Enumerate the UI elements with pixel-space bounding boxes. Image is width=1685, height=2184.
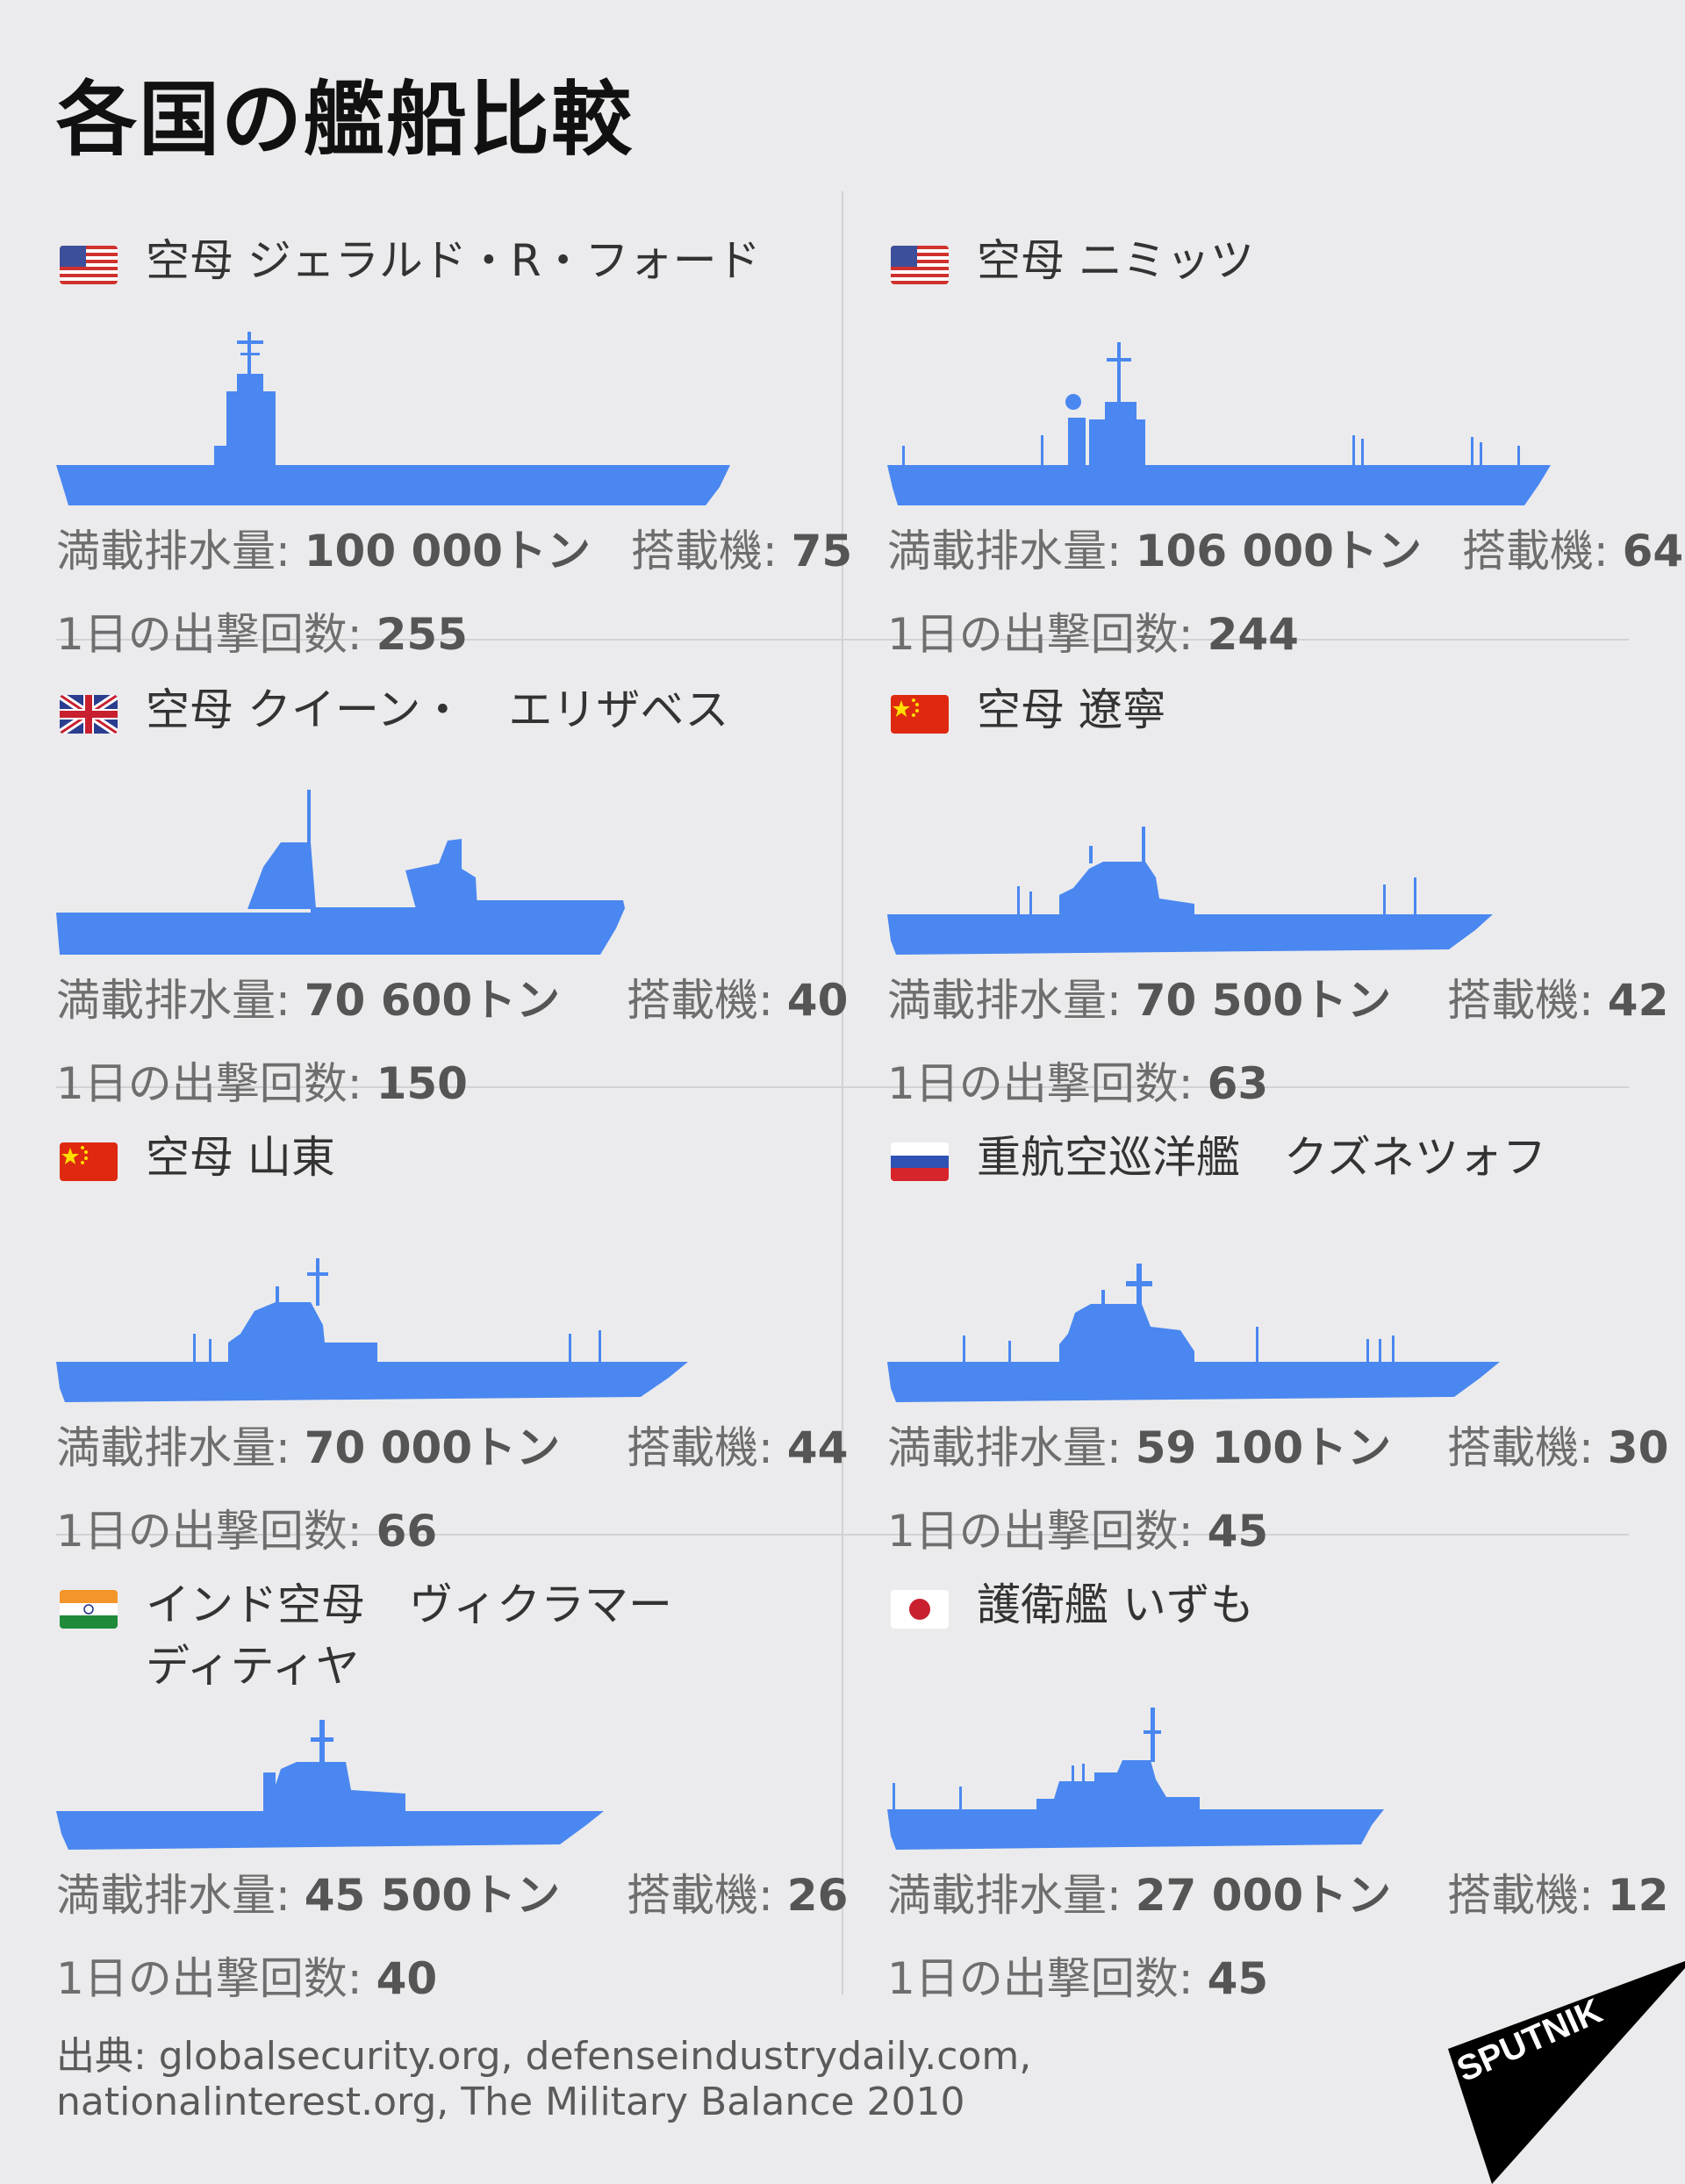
liaoning-silhouette [887,827,1493,955]
kuznetsov-silhouette [887,1264,1500,1402]
ship-card-queen-elizabeth: 空母 クイーン・ エリザベス 満載排水量: 70 600トン 搭載機: 40 1… [56,641,848,1109]
aircraft-label: 搭載機: [1461,526,1609,576]
ship-name: 重航空巡洋艦 クズネツォフ [977,1132,1546,1183]
displacement-value: 59 100トン [1135,1422,1392,1473]
ship-card-izumo: 護衛艦 いずも 満載排水量: 27 000トン 搭載機: 12 1日の出撃回数:… [887,1536,1668,2004]
stats-line-1: 満載排水量: 27 000トン 搭載機: 12 [887,1860,1668,1923]
aircraft-value: 26 [786,1870,849,1921]
aircraft-label: 搭載機: [630,526,778,576]
aircraft-value: 42 [1607,975,1669,1026]
column-divider [842,191,843,1994]
nimitz-silhouette [887,342,1551,505]
aircraft-label: 搭載機: [627,1870,773,1921]
japan-flag-icon [891,1590,949,1629]
uk-flag-icon [60,695,118,734]
shandong-silhouette [56,1258,688,1402]
us-flag-icon [891,246,949,284]
displacement-value: 70 500トン [1135,975,1392,1026]
ship-card-liaoning: 空母 遼寧 満載排水量: 70 500トン 搭載機: 42 1日の出撃回数: 6… [887,641,1668,1109]
ship-card-shandong: 空母 山東 満載排水量: 70 000トン 搭載機: 44 1日の出撃回数: 6… [56,1088,848,1557]
stats-line-1: 満載排水量: 100 000トン 搭載機: 75 [56,516,852,579]
ford-silhouette [56,332,730,505]
ship-name: 空母 山東 [146,1132,335,1183]
stats-line-1: 満載排水量: 106 000トン 搭載機: 64 [887,516,1683,579]
aircraft-label: 搭載機: [1447,1422,1594,1473]
sputnik-logo: SPUTNIK [1448,1961,1685,2184]
ship-name: 空母 ニミッツ [977,235,1254,286]
displacement-label: 満載排水量: [887,526,1122,576]
aircraft-value: 64 [1622,526,1684,576]
india-flag-icon [60,1590,118,1629]
us-flag-icon [60,246,118,284]
stats-line-1: 満載排水量: 70 600トン 搭載機: 40 [56,965,848,1028]
source-text: 出典: globalsecurity.org, defenseindustryd… [56,2034,1032,2124]
displacement-value: 70 600トン [304,975,561,1026]
vikramaditya-silhouette [56,1720,604,1850]
stats-line-2: 1日の出撃回数: 40 [56,1944,437,2007]
aircraft-value: 75 [791,526,853,576]
ship-card-nimitz: 空母 ニミッツ 満載排水量: 106 000トン 搭載機: 64 1日の出撃回数… [887,191,1683,660]
aircraft-value: 30 [1607,1422,1669,1473]
displacement-value: 70 000トン [304,1422,561,1473]
aircraft-label: 搭載機: [627,1422,773,1473]
ship-card-vikramaditya: インド空母 ヴィクラマー ディティヤ 満載排水量: 45 500トン 搭載機: … [56,1536,848,2004]
sorties-value: 45 [1207,1953,1269,2004]
aircraft-value: 12 [1607,1870,1669,1921]
ship-name: 空母 ジェラルド・R・フォード [146,235,761,286]
displacement-label: 満載排水量: [887,1422,1122,1473]
aircraft-label: 搭載機: [627,975,773,1026]
russia-flag-icon [891,1142,949,1181]
aircraft-value: 40 [786,975,849,1026]
displacement-label: 満載排水量: [56,1422,290,1473]
ship-name: 空母 クイーン・ エリザベス [146,684,729,735]
stats-line-1: 満載排水量: 59 100トン 搭載機: 30 [887,1413,1668,1476]
china-flag-icon [891,695,949,734]
displacement-label: 満載排水量: [887,975,1122,1026]
displacement-value: 27 000トン [1135,1870,1392,1921]
aircraft-label: 搭載機: [1447,975,1594,1026]
ship-card-kuznetsov: 重航空巡洋艦 クズネツォフ 満載排水量: 59 100トン 搭載機: 30 1日… [887,1088,1668,1557]
china-flag-icon [60,1142,118,1181]
displacement-value: 106 000トン [1135,526,1422,576]
displacement-value: 45 500トン [304,1870,561,1921]
displacement-value: 100 000トン [304,526,591,576]
stats-line-1: 満載排水量: 70 500トン 搭載機: 42 [887,965,1668,1028]
displacement-label: 満載排水量: [887,1870,1122,1921]
stats-line-1: 満載排水量: 70 000トン 搭載機: 44 [56,1413,848,1476]
ship-name: 空母 遼寧 [977,684,1166,735]
ship-card-ford: 空母 ジェラルド・R・フォード 満載排水量: 100 000トン 搭載機: 75… [56,191,852,660]
queen-elizabeth-silhouette [56,790,625,955]
izumo-silhouette [887,1708,1384,1850]
displacement-label: 満載排水量: [56,526,290,576]
stats-line-1: 満載排水量: 45 500トン 搭載機: 26 [56,1860,848,1923]
sorties-label: 1日の出撃回数: [56,1953,362,2004]
ship-name: 護衛艦 いずも [977,1579,1254,1630]
displacement-label: 満載排水量: [56,975,290,1026]
aircraft-value: 44 [786,1422,849,1473]
aircraft-label: 搭載機: [1447,1870,1594,1921]
sorties-label: 1日の出撃回数: [887,1953,1194,2004]
displacement-label: 満載排水量: [56,1870,290,1921]
page-title: 各国の艦船比較 [56,73,635,167]
sorties-value: 40 [376,1953,438,2004]
stats-line-2: 1日の出撃回数: 45 [887,1944,1268,2007]
